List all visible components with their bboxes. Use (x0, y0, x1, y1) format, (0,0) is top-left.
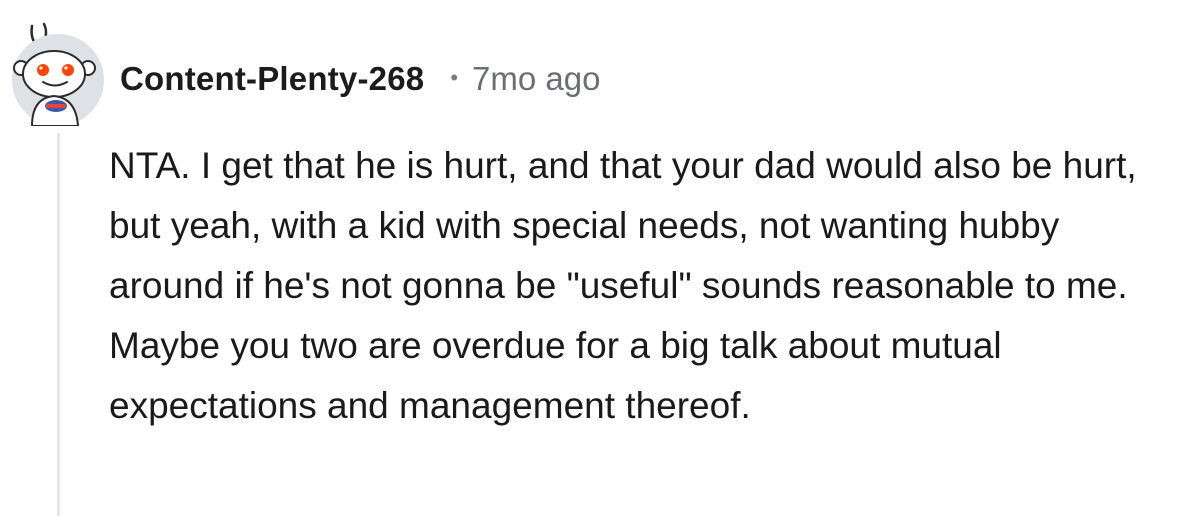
thread-collapse-line[interactable] (57, 133, 60, 516)
reddit-snoo-avatar-icon (12, 22, 104, 127)
comment-header: Content-Plenty-268 • 7mo ago (120, 52, 600, 106)
username-link[interactable]: Content-Plenty-268 (120, 60, 424, 98)
separator-dot: • (450, 65, 459, 90)
user-avatar[interactable] (10, 22, 106, 127)
timestamp[interactable]: 7mo ago (472, 60, 600, 98)
comment-body: NTA. I get that he is hurt, and that you… (109, 145, 1137, 426)
comment: Content-Plenty-268 • 7mo ago NTA. I get … (0, 0, 1191, 516)
